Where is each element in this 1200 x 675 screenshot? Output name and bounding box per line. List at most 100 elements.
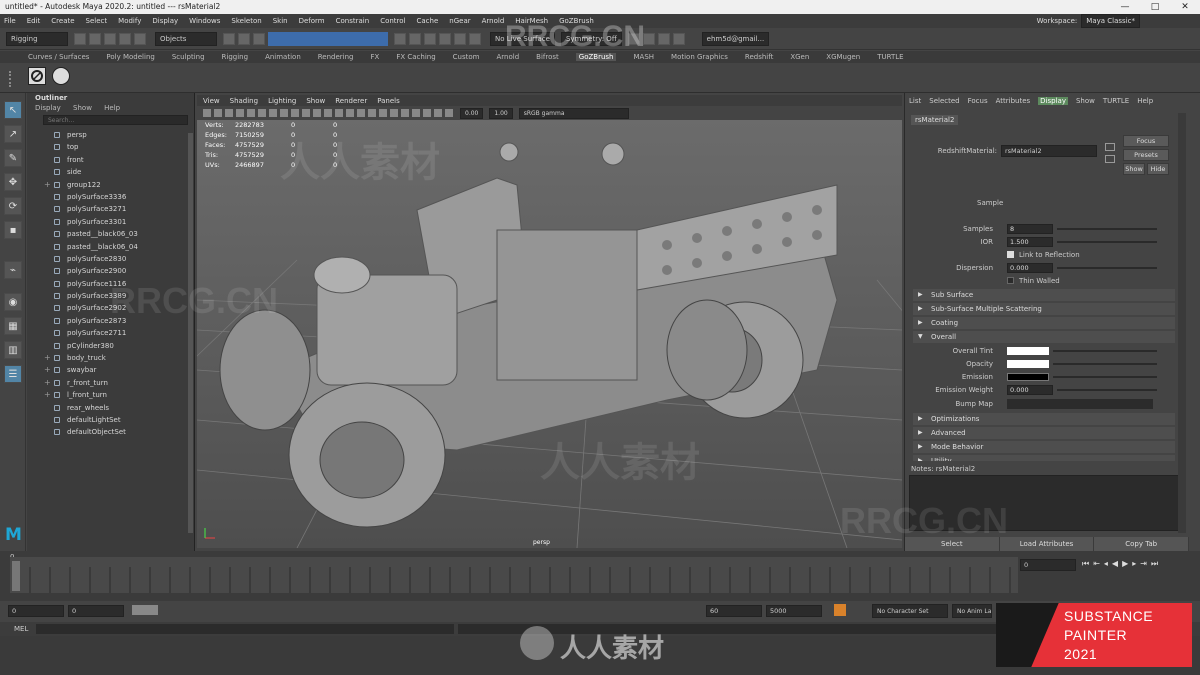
shelf-tab-rigging[interactable]: Rigging bbox=[222, 53, 249, 61]
truck-model[interactable] bbox=[219, 142, 838, 528]
go-to-end-icon[interactable]: ⏭ bbox=[1151, 559, 1158, 569]
attr-menu-turtle[interactable]: TURTLE bbox=[1103, 97, 1129, 105]
shelf-tab-gozbrush[interactable]: GoZBrush bbox=[575, 53, 617, 61]
snap-point-icon[interactable] bbox=[439, 32, 451, 45]
auto-key-icon[interactable] bbox=[834, 604, 846, 616]
select-component-icon[interactable] bbox=[253, 32, 265, 45]
shelf-tab-xgen[interactable]: XGen bbox=[790, 53, 809, 61]
attr-menu-help[interactable]: Help bbox=[1137, 97, 1153, 105]
attr-menu-show[interactable]: Show bbox=[1076, 97, 1095, 105]
gozbrush-icon[interactable] bbox=[28, 67, 46, 85]
rotate-tool-icon[interactable]: ⟳ bbox=[4, 197, 22, 215]
xray-joints-icon[interactable] bbox=[445, 109, 453, 117]
ior-slider[interactable] bbox=[1057, 241, 1157, 243]
workspace-select[interactable]: Maya Classic* bbox=[1081, 14, 1140, 28]
attr-menu-attributes[interactable]: Attributes bbox=[996, 97, 1031, 105]
thin-walled-checkbox[interactable] bbox=[1007, 277, 1014, 284]
close-button[interactable]: ✕ bbox=[1170, 0, 1200, 14]
outliner-item[interactable]: + swaybar bbox=[27, 364, 194, 376]
section-coating[interactable]: Coating bbox=[913, 317, 1175, 329]
anim-layer-select[interactable]: No Anim Layer bbox=[952, 604, 992, 618]
bookmark-icon[interactable] bbox=[225, 109, 233, 117]
mel-input[interactable] bbox=[36, 624, 454, 634]
samples-slider[interactable] bbox=[1057, 228, 1157, 230]
menu-deform[interactable]: Deform bbox=[299, 17, 325, 25]
go-to-start-icon[interactable]: ⏮ bbox=[1082, 559, 1089, 569]
camera-attributes-icon[interactable] bbox=[214, 109, 222, 117]
shelf-tab-poly[interactable]: Poly Modeling bbox=[106, 53, 154, 61]
menu-constrain[interactable]: Constrain bbox=[336, 17, 370, 25]
outliner-item[interactable]: pasted__black06_04 bbox=[27, 241, 194, 253]
depth-of-field-icon[interactable] bbox=[412, 109, 420, 117]
outliner-search-input[interactable]: Search... bbox=[43, 115, 188, 125]
presets-button[interactable]: Presets bbox=[1123, 149, 1169, 161]
outliner-menu-display[interactable]: Display bbox=[35, 104, 61, 112]
paint-select-tool-icon[interactable]: ✎ bbox=[4, 149, 22, 167]
menu-select[interactable]: Select bbox=[86, 17, 108, 25]
viewport-menu-view[interactable]: View bbox=[203, 97, 220, 105]
copy-tab-button[interactable]: Copy Tab bbox=[1094, 537, 1190, 551]
side-tabs[interactable] bbox=[1178, 113, 1186, 533]
shadows-icon[interactable] bbox=[368, 109, 376, 117]
focus-button[interactable]: Focus bbox=[1123, 135, 1169, 147]
play-forward-icon[interactable]: ▶ bbox=[1122, 559, 1128, 569]
selection-mask-icons[interactable] bbox=[268, 31, 388, 46]
menu-skin[interactable]: Skin bbox=[273, 17, 288, 25]
selection-mode-select[interactable]: Objects bbox=[155, 31, 217, 46]
snap-view-icon[interactable] bbox=[454, 32, 466, 45]
snap-surface-icon[interactable] bbox=[469, 32, 481, 45]
overall-tint-swatch[interactable] bbox=[1007, 347, 1049, 355]
range-inner-start-field[interactable]: 0 bbox=[68, 605, 124, 617]
outliner-item[interactable]: front bbox=[27, 154, 194, 166]
shelf-tab-turtle[interactable]: TURTLE bbox=[877, 53, 903, 61]
minimize-button[interactable]: — bbox=[1110, 0, 1140, 14]
attr-menu-selected[interactable]: Selected bbox=[929, 97, 959, 105]
snap-curve-icon[interactable] bbox=[424, 32, 436, 45]
menu-file[interactable]: File bbox=[4, 17, 16, 25]
wireframe-icon[interactable] bbox=[313, 109, 321, 117]
section-sub-surface[interactable]: Sub Surface bbox=[913, 289, 1175, 301]
menu-control[interactable]: Control bbox=[380, 17, 405, 25]
emission-weight-field[interactable]: 0.000 bbox=[1007, 385, 1053, 395]
grid-icon[interactable] bbox=[247, 109, 255, 117]
emission-slider[interactable] bbox=[1053, 376, 1157, 378]
outliner-scrollbar[interactable] bbox=[188, 133, 193, 533]
input-connection-icon[interactable] bbox=[1105, 143, 1115, 151]
outliner-item[interactable]: + group122 bbox=[27, 179, 194, 191]
samples-field[interactable]: 8 bbox=[1007, 224, 1053, 234]
outliner-item[interactable]: pCylinder380 bbox=[27, 340, 194, 352]
shelf-tab-animation[interactable]: Animation bbox=[265, 53, 301, 61]
outliner-item[interactable]: top bbox=[27, 141, 194, 153]
menu-display[interactable]: Display bbox=[152, 17, 178, 25]
menu-edit[interactable]: Edit bbox=[27, 17, 41, 25]
menu-modify[interactable]: Modify bbox=[118, 17, 141, 25]
expand-icon[interactable]: + bbox=[44, 179, 51, 191]
menu-create[interactable]: Create bbox=[51, 17, 74, 25]
render-settings-icon[interactable] bbox=[657, 32, 670, 45]
range-handle[interactable] bbox=[132, 605, 158, 615]
outliner-item[interactable]: pasted__black06_03 bbox=[27, 228, 194, 240]
shelf-tab-arnold[interactable]: Arnold bbox=[497, 53, 520, 61]
single-view-layout-icon[interactable]: ◉ bbox=[4, 293, 22, 311]
outliner-item[interactable]: persp bbox=[27, 129, 194, 141]
undo-icon[interactable] bbox=[119, 32, 131, 45]
material-name-field[interactable]: rsMaterial2 bbox=[1001, 145, 1097, 157]
menu-ngear[interactable]: nGear bbox=[449, 17, 470, 25]
shelf-tab-motion-graphics[interactable]: Motion Graphics bbox=[671, 53, 728, 61]
dispersion-slider[interactable] bbox=[1057, 267, 1157, 269]
outliner-item[interactable]: polySurface3336 bbox=[27, 191, 194, 203]
select-hierarchy-icon[interactable] bbox=[223, 32, 235, 45]
range-end-field[interactable]: 60 bbox=[706, 605, 762, 617]
current-frame-field[interactable]: 0 bbox=[1020, 559, 1076, 571]
new-scene-icon[interactable] bbox=[74, 32, 86, 45]
section-optimizations[interactable]: Optimizations bbox=[913, 413, 1175, 425]
expand-icon[interactable]: + bbox=[44, 377, 51, 389]
range-start-field[interactable]: 0 bbox=[8, 605, 64, 617]
shelf-tab-rendering[interactable]: Rendering bbox=[318, 53, 354, 61]
character-set-select[interactable]: No Character Set bbox=[872, 604, 948, 618]
colorspace-select[interactable]: sRGB gamma bbox=[518, 107, 629, 119]
emission-swatch[interactable] bbox=[1007, 373, 1049, 381]
gozbrush-all-icon[interactable] bbox=[52, 67, 70, 85]
outliner-item[interactable]: polySurface3271 bbox=[27, 203, 194, 215]
outliner-item[interactable]: polySurface3301 bbox=[27, 216, 194, 228]
